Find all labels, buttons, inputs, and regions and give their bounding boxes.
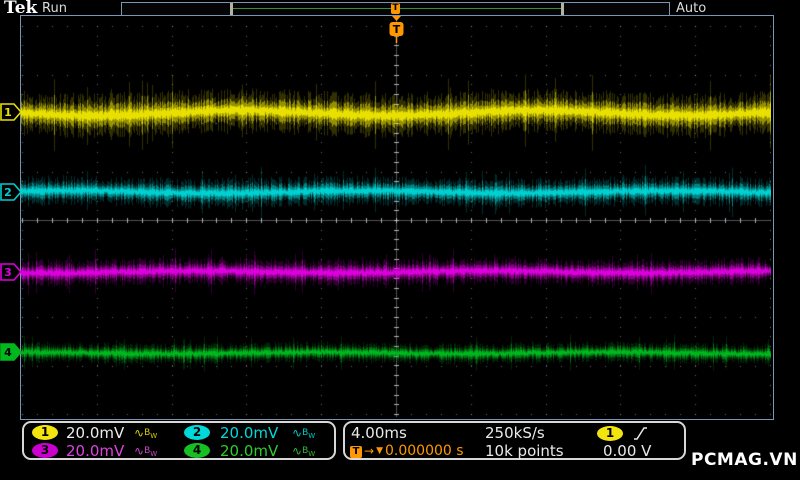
record-length-readout: 10k points [485,443,564,459]
channel2-coupling-bw-icon: ∿BW [292,425,315,444]
trigger-slope-rising-icon [633,426,648,441]
timebase-readout: 4.00ms [351,425,407,441]
svg-text:1: 1 [4,106,12,119]
watermark-label: PCMAG.VN [691,450,798,470]
record-window-bracket-left[interactable] [230,3,233,15]
record-view-bar[interactable]: T [121,2,670,16]
channel1-badge[interactable]: 1 [32,425,58,440]
channel4-badge[interactable]: 4 [184,443,210,458]
channel1-coupling-bw-icon: ∿BW [134,425,157,444]
record-trigger-icon: T [391,3,400,14]
trigger-position-marker-icon[interactable]: T [389,16,404,43]
channel-readouts-box: 1 20.0mV ∿BW 2 20.0mV ∿BW 3 20.0mV ∿BW 4… [22,421,336,460]
trigger-position-value: 0.000000 s [385,444,464,459]
sample-rate-readout: 250kS/s [485,425,545,441]
channel4-coupling-bw-icon: ∿BW [292,443,315,462]
trigger-level-readout: 0.00 V [603,443,651,459]
trigger-position-readout: T→▼0.000000 s [350,444,464,459]
svg-text:2: 2 [4,186,12,199]
channel4-ground-marker-icon[interactable]: 4 [0,343,24,361]
trigger-t-icon: T [350,446,362,458]
trigger-arrow-icon: → [364,444,374,459]
svg-text:3: 3 [4,266,12,279]
trigger-mode-label: Auto [676,1,706,16]
waveform-display-area[interactable] [20,15,774,420]
channel3-badge[interactable]: 3 [32,443,58,458]
horizontal-trigger-readouts-box[interactable]: 4.00ms 250kS/s 1 T→▼0.000000 s 10k point… [343,421,686,460]
trigger-source-badge[interactable]: 1 [597,426,623,441]
channel3-scale: 20.0mV [66,443,124,459]
record-window-bracket-right[interactable] [561,3,564,15]
channel1-ground-marker-icon[interactable]: 1 [0,103,24,121]
trigger-pointer-icon: ▼ [376,444,383,459]
channel2-badge[interactable]: 2 [184,425,210,440]
channel1-scale: 20.0mV [66,425,124,441]
channel3-ground-marker-icon[interactable]: 3 [0,263,24,281]
svg-text:4: 4 [4,346,12,359]
channel2-scale: 20.0mV [220,425,278,441]
acquisition-state-label: Run [42,1,67,16]
trigger-marker-label: T [393,23,401,36]
channel3-coupling-bw-icon: ∿BW [134,443,157,462]
channel4-scale: 20.0mV [220,443,278,459]
scope-traces-canvas [21,16,771,417]
channel2-ground-marker-icon[interactable]: 2 [0,183,24,201]
